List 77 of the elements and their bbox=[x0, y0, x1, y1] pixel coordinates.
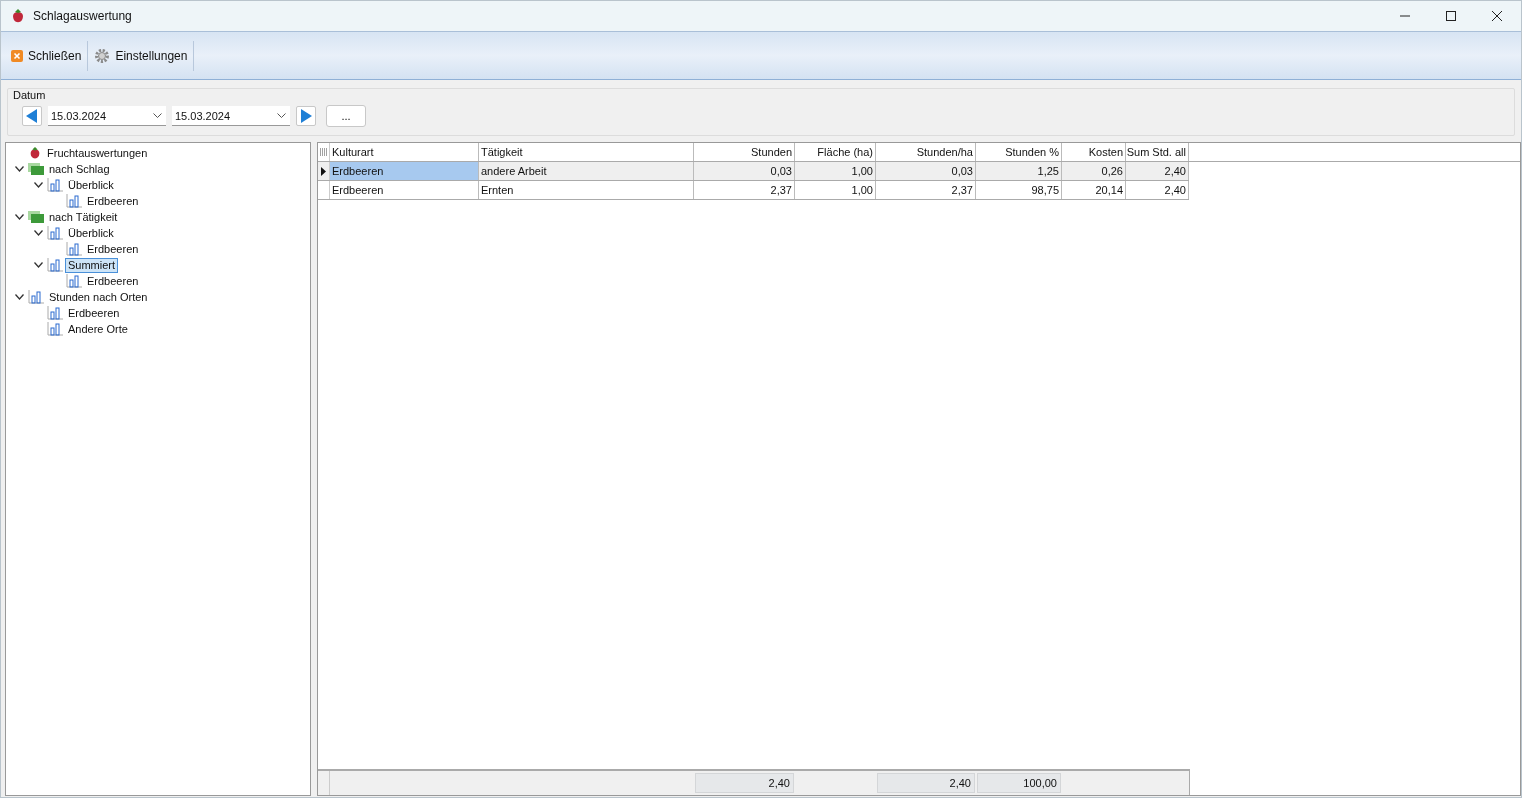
tree-item[interactable]: Überblick bbox=[65, 177, 117, 193]
folder-stack-icon bbox=[28, 163, 44, 175]
tree-item[interactable]: Fruchtauswertungen bbox=[44, 145, 151, 161]
tree-item[interactable]: Erdbeeren bbox=[84, 273, 142, 289]
tree-item[interactable]: Erdbeeren bbox=[84, 241, 142, 257]
table-cell: Ernten bbox=[479, 181, 694, 199]
column-header[interactable]: Stunden % bbox=[976, 143, 1062, 161]
bar-chart-icon bbox=[28, 290, 44, 304]
bar-chart-icon bbox=[47, 178, 63, 192]
close-icon[interactable] bbox=[1491, 10, 1503, 22]
table-cell: 98,75 bbox=[976, 181, 1062, 199]
tree-item[interactable]: Andere Orte bbox=[65, 321, 131, 337]
chevron-icon[interactable] bbox=[33, 182, 43, 188]
column-header[interactable]: Stunden/ha bbox=[876, 143, 976, 161]
bar-chart-icon bbox=[47, 258, 63, 272]
bar-chart-icon bbox=[66, 242, 82, 256]
table-cell: 1,00 bbox=[795, 162, 876, 180]
bar-chart-icon bbox=[47, 306, 63, 320]
date-dropdown[interactable]: 15.03.2024 bbox=[48, 106, 166, 126]
tree-item[interactable]: Überblick bbox=[65, 225, 117, 241]
table-cell: 2,37 bbox=[876, 181, 976, 199]
total-cell: 100,00 bbox=[977, 773, 1061, 793]
table-cell: 1,25 bbox=[976, 162, 1062, 180]
chevron-icon[interactable] bbox=[14, 166, 24, 172]
table-cell: 2,40 bbox=[1126, 181, 1189, 199]
column-header[interactable]: Sum Std. all bbox=[1126, 143, 1189, 161]
total-cell: 2,40 bbox=[877, 773, 975, 793]
bar-chart-icon bbox=[47, 226, 63, 240]
chevron-icon[interactable] bbox=[33, 262, 43, 268]
column-chooser-icon[interactable] bbox=[320, 147, 327, 157]
date-dropdown[interactable]: 15.03.2024 bbox=[172, 106, 290, 126]
table-cell: Erdbeeren bbox=[330, 162, 479, 180]
chevron-icon[interactable] bbox=[14, 294, 24, 300]
tree-item[interactable]: Erdbeeren bbox=[65, 305, 123, 321]
column-header[interactable]: Fläche (ha) bbox=[795, 143, 876, 161]
next-button[interactable] bbox=[296, 106, 316, 126]
table-cell: 0,03 bbox=[876, 162, 976, 180]
tree-item[interactable]: Erdbeeren bbox=[84, 193, 142, 209]
total-cell: 2,40 bbox=[695, 773, 794, 793]
chevron-icon[interactable] bbox=[14, 214, 24, 220]
toolbar-button[interactable]: Schließen bbox=[5, 44, 88, 67]
tree-item[interactable]: nach Schlag bbox=[46, 161, 113, 177]
table-cell: Erdbeeren bbox=[330, 181, 479, 199]
column-header[interactable]: Kosten bbox=[1062, 143, 1126, 161]
table-cell: 0,03 bbox=[694, 162, 795, 180]
right-arrow-icon bbox=[300, 109, 312, 123]
table-cell: 2,37 bbox=[694, 181, 795, 199]
chevron-icon[interactable] bbox=[33, 230, 43, 236]
column-header[interactable]: Kulturart bbox=[330, 143, 479, 161]
chevron-down-icon bbox=[153, 113, 162, 118]
column-header[interactable]: Stunden bbox=[694, 143, 795, 161]
strawberry-icon bbox=[11, 8, 25, 24]
column-header[interactable]: Tätigkeit bbox=[479, 143, 694, 161]
table-cell: 2,40 bbox=[1126, 162, 1189, 180]
bar-chart-icon bbox=[47, 322, 63, 336]
bar-chart-icon bbox=[66, 274, 82, 288]
table-cell: 0,26 bbox=[1062, 162, 1126, 180]
close-icon bbox=[11, 49, 23, 62]
settings-icon bbox=[94, 47, 111, 64]
table-cell: 20,14 bbox=[1062, 181, 1126, 199]
previous-button[interactable] bbox=[22, 106, 42, 126]
table-cell: andere Arbeit bbox=[479, 162, 694, 180]
left-arrow-icon bbox=[26, 109, 38, 123]
chevron-down-icon bbox=[277, 113, 286, 118]
row-pointer-icon bbox=[321, 166, 326, 176]
tree-item[interactable]: Stunden nach Orten bbox=[46, 289, 151, 305]
table-cell: 1,00 bbox=[795, 181, 876, 199]
more-button[interactable]: ... bbox=[326, 105, 366, 127]
folder-stack-icon bbox=[28, 211, 44, 223]
tree-item[interactable]: Summiert bbox=[65, 257, 119, 273]
group-label: Datum bbox=[12, 89, 47, 101]
maximize-icon[interactable] bbox=[1445, 10, 1457, 22]
tree-item[interactable]: nach Tätigkeit bbox=[46, 209, 121, 225]
toolbar-button[interactable]: Einstellungen bbox=[88, 43, 194, 68]
bar-chart-icon bbox=[66, 194, 82, 208]
window-title: Schlagauswertung bbox=[33, 9, 132, 23]
strawberry-icon bbox=[28, 146, 42, 160]
